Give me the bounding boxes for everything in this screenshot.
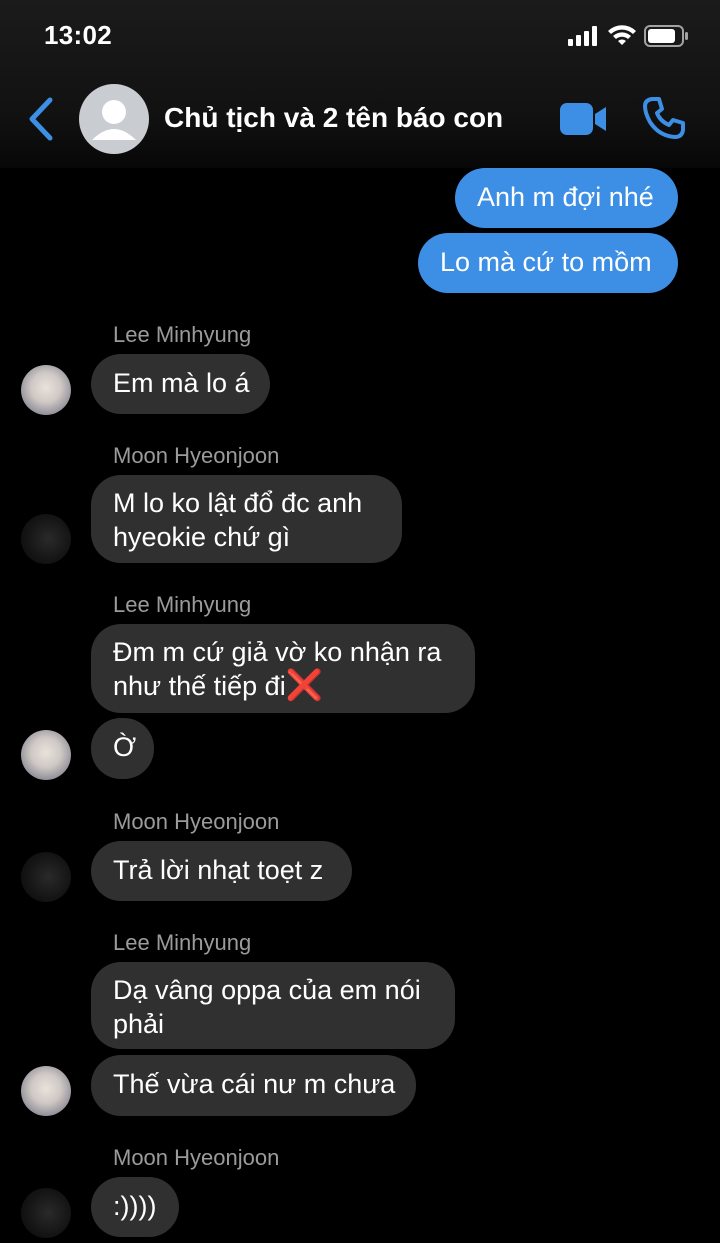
sender-name: Moon Hyeonjoon — [113, 443, 280, 468]
message-line: Dạ vâng oppa của em nói — [113, 975, 421, 1005]
incoming-message[interactable]: Ờ — [91, 718, 154, 779]
avatar[interactable] — [21, 852, 71, 902]
sender-name: Moon Hyeonjoon — [113, 809, 280, 834]
video-call-icon[interactable] — [558, 100, 608, 138]
message-line: hyeokie chứ gì — [113, 522, 291, 552]
incoming-message[interactable]: Trả lời nhạt toẹt z — [91, 841, 352, 901]
avatar[interactable] — [21, 514, 71, 564]
avatar[interactable] — [21, 1066, 71, 1116]
avatar[interactable] — [21, 1188, 71, 1238]
phone-call-icon[interactable] — [642, 96, 686, 140]
incoming-message[interactable]: Dạ vâng oppa của em nói phải — [91, 962, 455, 1049]
sender-name: Moon Hyeonjoon — [113, 1145, 280, 1170]
outgoing-message[interactable]: Lo mà cứ to mồm — [418, 233, 678, 293]
avatar[interactable] — [21, 730, 71, 780]
sender-name: Lee Minhyung — [113, 322, 252, 347]
sender-name: Lee Minhyung — [113, 930, 252, 955]
incoming-message[interactable]: M lo ko lật đổ đc anh hyeokie chứ gì — [91, 475, 402, 563]
message-line: như thế tiếp đi❌ — [113, 669, 453, 703]
message-line: Đm m cứ giả vờ ko nhận ra — [113, 637, 442, 667]
status-time: 13:02 — [44, 20, 112, 50]
message-line: phải — [113, 1009, 165, 1039]
chat-title[interactable]: Chủ tịch và 2 tên báo con — [164, 102, 503, 134]
signal-icon — [568, 26, 597, 46]
incoming-message[interactable]: Đm m cứ giả vờ ko nhận ra như thế tiếp đ… — [91, 624, 475, 713]
avatar[interactable] — [21, 365, 71, 415]
wifi-icon — [608, 25, 636, 45]
message-text: như thế tiếp đi — [113, 671, 286, 701]
message-line: M lo ko lật đổ đc anh — [113, 488, 363, 518]
incoming-message[interactable]: Thế vừa cái nư m chưa — [91, 1055, 416, 1116]
outgoing-message[interactable]: Anh m đợi nhé — [455, 168, 678, 228]
group-avatar-icon[interactable] — [79, 84, 149, 154]
incoming-message[interactable]: :)))) — [91, 1177, 179, 1237]
sender-name: Lee Minhyung — [113, 592, 252, 617]
back-chevron-icon[interactable] — [24, 96, 58, 142]
cross-mark-icon: ❌ — [285, 669, 324, 702]
incoming-message[interactable]: Em mà lo á — [91, 354, 270, 414]
battery-icon — [644, 25, 688, 47]
